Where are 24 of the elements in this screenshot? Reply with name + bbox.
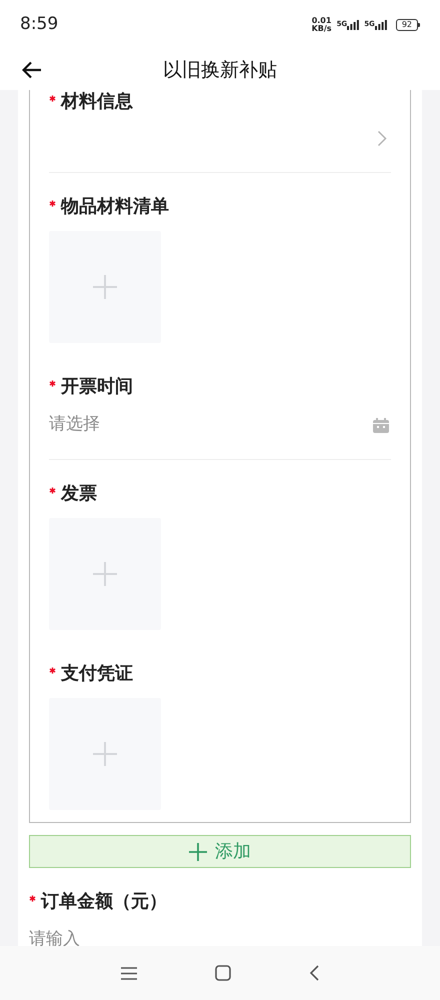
network-speed: 0.01 KB/s [312, 17, 332, 33]
back-icon[interactable] [309, 965, 319, 981]
chevron-right-icon [377, 130, 387, 146]
field-label: 订单金额（元） [41, 890, 167, 914]
field-label: 材料信息 [61, 90, 133, 114]
field-label: 支付凭证 [61, 662, 133, 686]
field-label: 开票时间 [61, 375, 133, 399]
field-label: 发票 [61, 482, 97, 506]
status-time: 8:59 [20, 13, 58, 36]
plus-icon [189, 842, 207, 860]
battery-indicator: 92 [396, 19, 420, 31]
menu-icon[interactable] [121, 966, 137, 980]
plus-icon [92, 274, 118, 300]
plus-icon [92, 561, 118, 587]
field-label: 物品材料清单 [61, 195, 169, 219]
calendar-icon [373, 418, 389, 432]
back-arrow-icon [22, 61, 42, 79]
add-button[interactable]: 添加 [29, 835, 411, 868]
signal-icon [374, 20, 387, 30]
date-picker-field[interactable]: 请选择 [49, 409, 391, 441]
home-icon[interactable] [215, 965, 231, 981]
page-title: 以旧换新补贴 [163, 58, 277, 83]
signal-icon [347, 20, 360, 30]
plus-icon [92, 741, 118, 767]
